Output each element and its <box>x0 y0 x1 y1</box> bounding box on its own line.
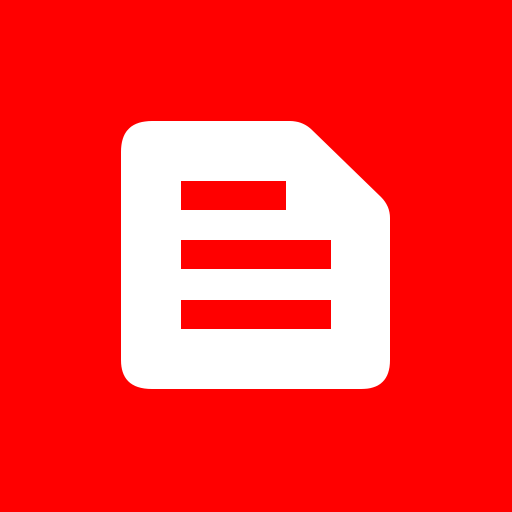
document-line-1 <box>181 181 286 210</box>
document-icon <box>0 0 512 512</box>
document-line-2 <box>181 240 331 269</box>
app-icon <box>0 0 512 512</box>
document-line-3 <box>181 300 331 329</box>
